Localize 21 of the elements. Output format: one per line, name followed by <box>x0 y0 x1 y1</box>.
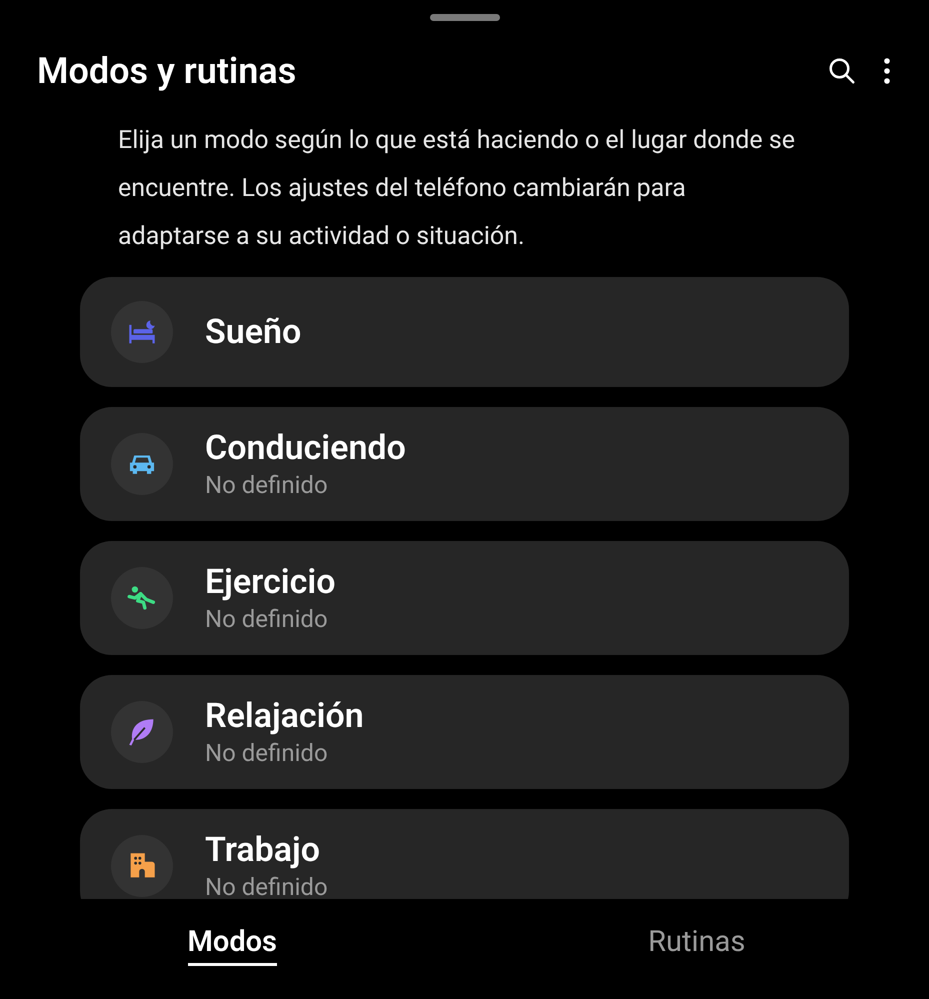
mode-title: Sueño <box>205 311 302 353</box>
mode-status: No definido <box>205 738 329 769</box>
mode-title: Trabajo <box>205 829 321 871</box>
bottom-tab[interactable]: Modos <box>188 923 277 966</box>
mode-status: No definido <box>205 604 329 635</box>
mode-card[interactable]: Conduciendo No definido <box>80 407 849 521</box>
mode-card[interactable]: Ejercicio No definido <box>80 541 849 655</box>
mode-status: No definido <box>205 470 329 501</box>
page-title: Modos y rutinas <box>37 53 296 89</box>
drag-handle[interactable] <box>430 14 500 21</box>
description: Elija un modo según lo que está haciendo o el lugar donde se encuentre. Los ajustes del teléfono cambiarán para adaptarse a su actividad o situación. <box>118 125 796 253</box>
search-icon[interactable] <box>827 56 857 86</box>
mode-card[interactable]: Sueño <box>80 277 849 387</box>
more-options-icon[interactable] <box>883 57 891 85</box>
mode-status: No definido <box>205 872 328 899</box>
mode-title: Conduciendo <box>205 427 406 469</box>
mode-title: Relajación <box>205 695 364 737</box>
mode-title: Ejercicio <box>205 561 336 603</box>
mode-card[interactable]: Trabajo No definido <box>80 809 849 899</box>
mode-card[interactable]: Relajación No definido <box>80 675 849 789</box>
bottom-tab[interactable]: Rutinas <box>648 923 746 966</box>
